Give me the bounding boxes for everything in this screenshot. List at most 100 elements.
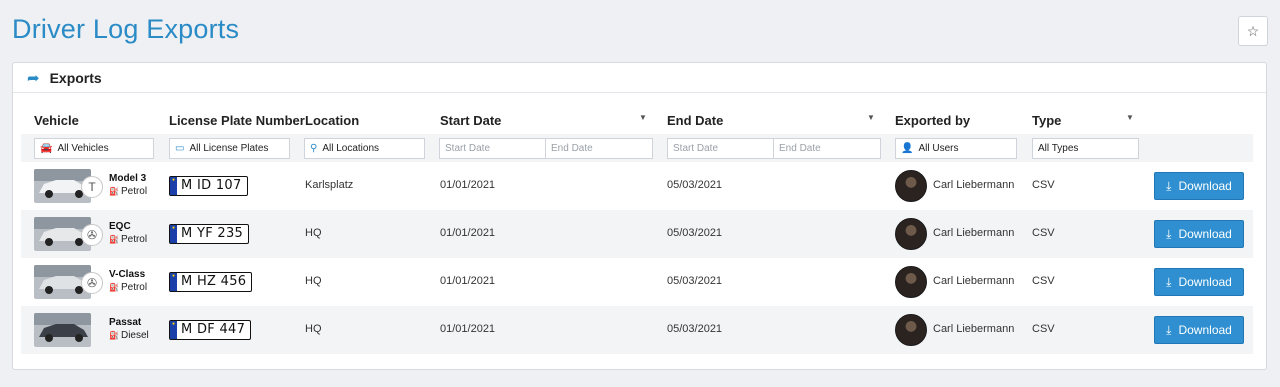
share-arrow-icon: ➦ [27, 69, 40, 87]
col-plate[interactable]: License Plate Number [169, 113, 305, 128]
fuel-type: ⛽ Petrol [109, 186, 147, 197]
fuel-icon: ⛽ [109, 331, 119, 340]
col-vehicle[interactable]: Vehicle [34, 113, 79, 128]
table-row: Passat ⛽ Diesel ● M DF 447 HQ 01/01/2021 0… [21, 306, 1253, 354]
fuel-label: Petrol [120, 234, 148, 245]
table-header: Vehicle License Plate Number Location St… [21, 101, 1253, 134]
exports-table: Vehicle License Plate Number Location St… [21, 101, 1253, 354]
fuel-icon: ⛽ [109, 235, 119, 244]
plate-filter-label: All License Plates [189, 143, 269, 154]
location-value: HQ [305, 227, 322, 239]
download-icon: ⤓ [1166, 274, 1172, 289]
fuel-icon: ⛽ [109, 187, 119, 196]
fuel-label: Diesel [120, 330, 149, 341]
table-row: ✇ V-Class ⛽ Petrol ● M HZ 456 HQ 01/01/202… [21, 258, 1253, 306]
vehicle-filter-label: All Vehicles [57, 143, 109, 154]
avatar [895, 218, 927, 250]
location-value: HQ [305, 323, 322, 335]
eu-band-icon: ● [170, 321, 177, 339]
start-date-value: 01/01/2021 [440, 323, 496, 335]
plate-number: M DF 447 [181, 322, 246, 337]
download-icon: ⤓ [1166, 226, 1172, 241]
col-location[interactable]: Location [305, 113, 359, 128]
start-date-to-input[interactable]: End Date [545, 138, 653, 159]
end-date-value: 05/03/2021 [667, 323, 723, 335]
download-label: Download [1178, 227, 1232, 241]
download-icon: ⤓ [1166, 322, 1172, 337]
download-button[interactable]: ⤓ Download [1154, 268, 1244, 296]
location-value: HQ [305, 275, 322, 287]
table-row: T Model 3 ⛽ Petrol ● M ID 107 Karlsplatz 0… [21, 162, 1253, 210]
location-filter-label: All Locations [322, 143, 380, 154]
plate-icon: ▭ [175, 143, 185, 154]
vehicle-photo [34, 313, 91, 347]
end-date-from-input[interactable]: Start Date [667, 138, 774, 159]
avatar [895, 170, 927, 202]
col-exported-by[interactable]: Exported by [895, 113, 970, 128]
type-filter[interactable]: All Types [1032, 138, 1139, 159]
end-date-to-input[interactable]: End Date [773, 138, 881, 159]
user-filter-label: All Users [918, 143, 959, 154]
plate-number: M YF 235 [181, 226, 244, 241]
start-date-value: 01/01/2021 [440, 275, 496, 287]
eu-band-icon: ● [170, 177, 177, 195]
type-value: CSV [1032, 275, 1055, 287]
download-button[interactable]: ⤓ Download [1154, 172, 1244, 200]
vehicle-filter[interactable]: 🚘 All Vehicles [34, 138, 154, 159]
vehicle-model: Passat [109, 317, 142, 328]
start-date-from-input[interactable]: Start Date [439, 138, 546, 159]
vehicle-model: V-Class [109, 269, 146, 280]
start-date-value: 01/01/2021 [440, 227, 496, 239]
fuel-icon: ⛽ [109, 283, 119, 292]
vehicle-model: Model 3 [109, 173, 147, 184]
avatar [895, 266, 927, 298]
license-plate: ● M ID 107 [169, 176, 248, 196]
user-filter[interactable]: 👤 All Users [895, 138, 1017, 159]
sort-caret-icon[interactable]: ▼ [1126, 113, 1134, 122]
col-start-date[interactable]: Start Date [440, 113, 501, 128]
download-button[interactable]: ⤓ Download [1154, 316, 1244, 344]
end-date-value: 05/03/2021 [667, 227, 723, 239]
panel-title: Exports [49, 69, 102, 86]
fuel-label: Petrol [120, 186, 148, 197]
license-plate: ● M YF 235 [169, 224, 250, 244]
fuel-type: ⛽ Petrol [109, 282, 147, 293]
download-icon: ⤓ [1166, 178, 1172, 193]
exported-by-value: Carl Liebermann [933, 275, 1015, 287]
col-end-date[interactable]: End Date [667, 113, 723, 128]
license-plate: ● M DF 447 [169, 320, 252, 340]
type-value: CSV [1032, 323, 1055, 335]
avatar [895, 314, 927, 346]
download-button[interactable]: ⤓ Download [1154, 220, 1244, 248]
location-pin-icon: ⚲ [310, 143, 318, 154]
end-date-value: 05/03/2021 [667, 179, 723, 191]
license-plate: ● M HZ 456 [169, 272, 253, 292]
location-value: Karlsplatz [305, 179, 354, 191]
end-date-value: 05/03/2021 [667, 275, 723, 287]
sort-caret-icon[interactable]: ▼ [867, 113, 875, 122]
vehicle-model: EQC [109, 221, 131, 232]
eu-band-icon: ● [170, 273, 177, 291]
start-date-value: 01/01/2021 [440, 179, 496, 191]
sort-caret-icon[interactable]: ▼ [639, 113, 647, 122]
type-value: CSV [1032, 179, 1055, 191]
star-icon: ☆ [1246, 22, 1260, 39]
mercedes-icon: ✇ [81, 272, 103, 294]
download-label: Download [1178, 179, 1232, 193]
download-label: Download [1178, 323, 1232, 337]
type-value: CSV [1032, 227, 1055, 239]
car-icon: 🚘 [40, 143, 53, 154]
fuel-type: ⛽ Petrol [109, 234, 147, 245]
tesla-icon: T [81, 176, 103, 198]
exports-panel: ➦ Exports Vehicle License Plate Number L… [12, 62, 1267, 370]
panel-header: ➦ Exports [13, 63, 1266, 93]
location-filter[interactable]: ⚲ All Locations [304, 138, 425, 159]
fuel-type: ⛽ Diesel [109, 330, 149, 341]
plate-filter[interactable]: ▭ All License Plates [169, 138, 290, 159]
page-title: Driver Log Exports [12, 14, 240, 44]
filter-row: 🚘 All Vehicles ▭ All License Plates ⚲ All L… [21, 134, 1253, 162]
favorite-button[interactable]: ☆ [1238, 16, 1268, 46]
col-type[interactable]: Type [1032, 113, 1061, 128]
fuel-label: Petrol [120, 282, 148, 293]
download-label: Download [1178, 275, 1232, 289]
